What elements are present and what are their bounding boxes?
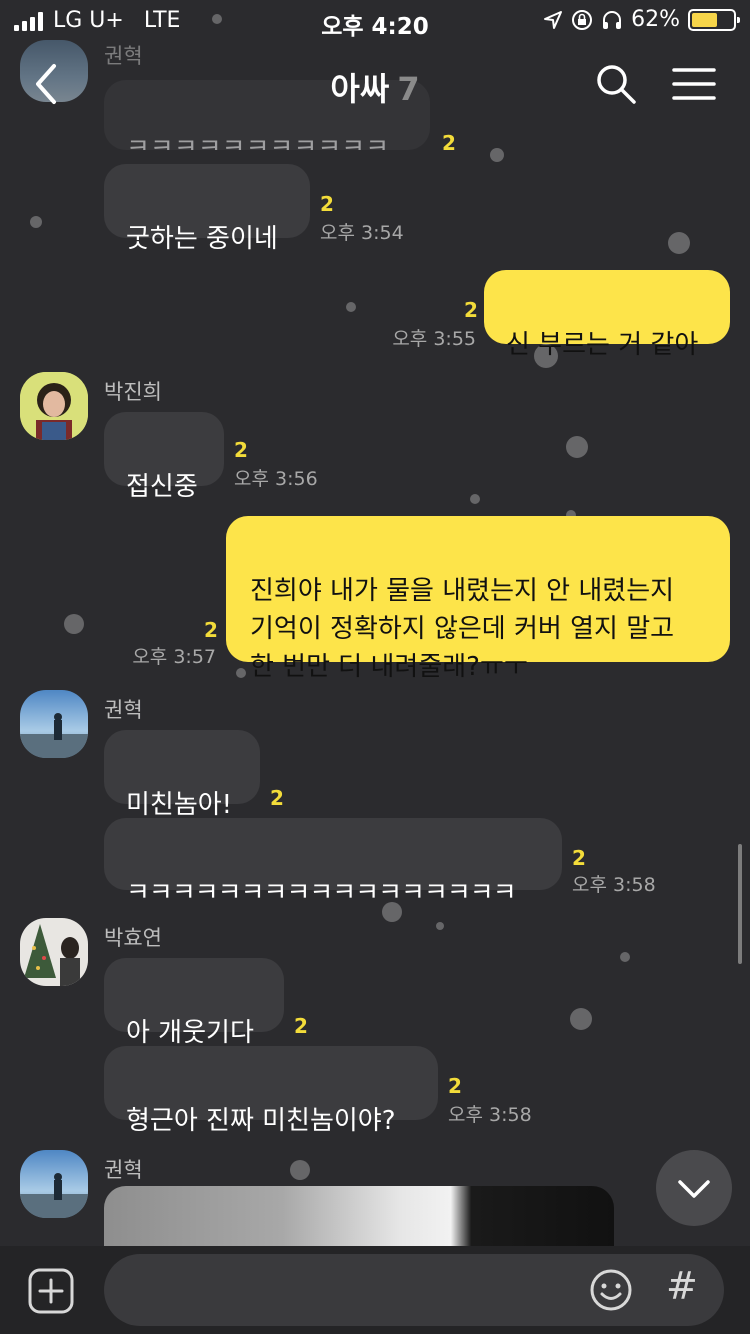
search-icon[interactable] — [594, 62, 638, 106]
partial-message-text: ㅋㅋㅋㅋㅋㅋㅋㅋㅋㅋㅋㅋ — [126, 134, 390, 150]
message-bubble[interactable]: 굿하는 중이네 — [104, 164, 310, 254]
chat-room-name: 아싸 — [330, 70, 390, 108]
message-text: 형근아 진짜 미친놈이야? — [126, 1106, 396, 1136]
hamburger-menu-icon[interactable] — [672, 66, 716, 102]
message-bubble[interactable]: ㅋㅋㅋㅋㅋㅋㅋㅋㅋㅋㅋㅋㅋㅋㅋㅋㅋ — [104, 818, 562, 908]
message-text: ㅋㅋㅋㅋㅋㅋㅋㅋㅋㅋㅋㅋㅋㅋㅋㅋㅋ — [126, 878, 517, 908]
avatar-parkhyoyeon[interactable] — [20, 918, 88, 986]
sender-name: 박효연 — [104, 926, 162, 950]
avatar-parkjinhee[interactable] — [20, 372, 88, 440]
member-count: 7 — [397, 70, 420, 108]
scrollbar[interactable] — [738, 844, 742, 964]
unread-count: 2 — [270, 786, 284, 810]
message-text: 신 부르는 거 같아 — [506, 330, 699, 360]
rotation-lock-icon — [572, 9, 593, 30]
unread-count: 2 — [320, 192, 334, 216]
battery-icon — [688, 8, 740, 31]
chat-header: 아싸 7 — [0, 40, 750, 128]
scroll-down-button[interactable] — [656, 1150, 732, 1226]
message-time: 오후 3:57 — [132, 646, 216, 668]
message-bubble[interactable]: 형근아 진짜 미친놈이야? — [104, 1046, 438, 1136]
avatar-image — [20, 918, 88, 986]
my-message-bubble[interactable]: 신 부르는 거 같아 — [484, 270, 730, 360]
message-bubble[interactable]: 미친놈아! — [104, 730, 260, 820]
message-text: 진희야 내가 물을 내렸는지 안 내렸는지 기억이 정확하지 않은데 커버 열지… — [250, 576, 675, 682]
message-time: 오후 3:55 — [392, 328, 476, 350]
avatar-image — [20, 372, 88, 440]
chevron-down-icon — [678, 1180, 710, 1198]
unread-count: 2 — [204, 618, 218, 642]
unread-count: 2 — [448, 1074, 462, 1098]
avatar-kwonhyuk[interactable] — [20, 1150, 88, 1218]
avatar-kwonhyuk[interactable] — [20, 690, 88, 758]
avatar-image — [20, 690, 88, 758]
headphones-icon — [603, 10, 622, 29]
sender-name: 박진희 — [104, 380, 162, 404]
message-text: 아 개웃기다 — [126, 1018, 254, 1048]
status-bar: LG U+ LTE 오후 4:20 62% — [0, 0, 750, 40]
emoji-icon[interactable] — [588, 1267, 634, 1313]
unread-count: 2 — [572, 846, 586, 870]
location-icon — [544, 10, 563, 29]
message-bubble[interactable]: 아 개웃기다 — [104, 958, 284, 1048]
message-time: 오후 3:58 — [448, 1104, 532, 1126]
unread-count: 2 — [234, 438, 248, 462]
my-message-bubble[interactable]: 진희야 내가 물을 내렸는지 안 내렸는지 기억이 정확하지 않은데 커버 열지… — [226, 516, 730, 682]
partial-unread-count: 2 — [442, 131, 456, 155]
message-input[interactable]: # — [104, 1254, 724, 1326]
plus-icon[interactable] — [28, 1268, 74, 1314]
battery-percent: 62% — [631, 7, 680, 32]
unread-count: 2 — [294, 1014, 308, 1038]
message-bubble[interactable]: 접신중 — [104, 412, 224, 502]
sender-name: 권혁 — [104, 698, 143, 722]
message-text: 미친놈아! — [126, 790, 233, 820]
message-time: 오후 3:58 — [572, 874, 656, 896]
unread-count: 2 — [464, 298, 478, 322]
sender-name: 권혁 — [104, 1158, 143, 1182]
message-time: 오후 3:54 — [320, 222, 404, 244]
avatar-image — [20, 1150, 88, 1218]
message-text: 굿하는 중이네 — [126, 224, 278, 254]
message-time: 오후 3:56 — [234, 468, 318, 490]
hashtag-search-icon[interactable]: # — [666, 1264, 698, 1308]
message-text: 접신중 — [126, 472, 198, 502]
message-input-bar: # — [0, 1246, 750, 1334]
